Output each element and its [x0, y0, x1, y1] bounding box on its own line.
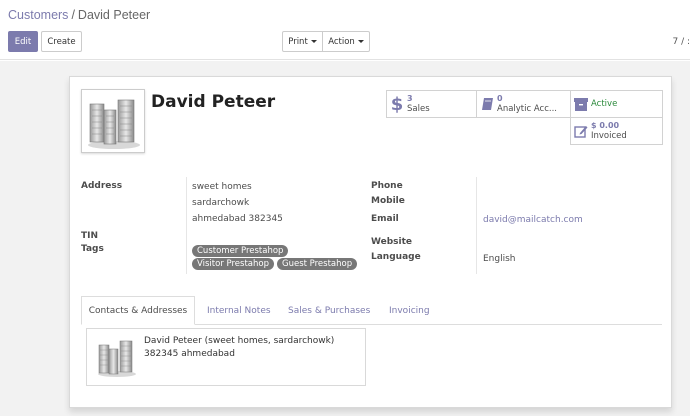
partner-avatar[interactable] [81, 89, 145, 153]
action-dropdown-button[interactable]: Action [322, 31, 370, 52]
pager-value[interactable]: 7 / : [672, 37, 690, 47]
company-buildings-icon [88, 99, 140, 149]
tin-label: TIN [81, 231, 99, 241]
tab-internal-notes-label: Internal Notes [207, 305, 271, 316]
invoiced-amount: $ 0.00 [591, 121, 620, 130]
edit-pencil-icon [571, 125, 591, 138]
caret-down-icon [310, 40, 317, 43]
edit-button-label: Edit [14, 36, 32, 47]
tags-label: Tags [81, 244, 104, 254]
print-dropdown-button[interactable]: Print [282, 31, 323, 52]
email-label: Email [371, 214, 399, 224]
tab-sales-purchases[interactable]: Sales & Purchases [288, 296, 370, 325]
active-toggle-button[interactable]: Active [570, 90, 663, 118]
breadcrumb-customers-link[interactable]: Customers [8, 8, 68, 22]
dollar-icon: $ [390, 93, 404, 115]
field-divider [186, 177, 187, 274]
tag-visitor-prestahop[interactable]: Visitor Prestahop [192, 258, 274, 270]
breadcrumb: Customers / David Peteer [8, 8, 150, 22]
form-sheet: David Peteer $ 3 Sales 0 Analytic Acc...… [69, 76, 672, 408]
breadcrumb-current: David Peteer [77, 8, 151, 22]
invoiced-smart-button[interactable]: $ 0.00 Invoiced [570, 117, 663, 145]
analytic-count: 0 [497, 94, 503, 103]
action-button-label: Action [328, 36, 355, 47]
email-link[interactable]: david@mailcatch.com [483, 215, 583, 225]
analytic-accounts-smart-button[interactable]: 0 Analytic Acc... [476, 90, 571, 118]
form-content-area: David Peteer $ 3 Sales 0 Analytic Acc...… [0, 61, 690, 416]
create-button-label: Create [47, 36, 76, 47]
address-line-3[interactable]: ahmedabad 382345 [192, 214, 283, 224]
analytic-label: Analytic Acc... [497, 104, 557, 114]
create-button[interactable]: Create [41, 31, 82, 52]
sales-label: Sales [407, 104, 430, 114]
sales-count: 3 [407, 94, 413, 103]
tags-row-2: Visitor Prestahop Guest Prestahop [192, 258, 360, 270]
phone-label: Phone [371, 181, 403, 191]
tab-sales-purchases-label: Sales & Purchases [288, 305, 371, 316]
tab-invoicing-label: Invoicing [389, 305, 430, 316]
tag-guest-prestahop[interactable]: Guest Prestahop [276, 258, 358, 270]
sales-smart-button[interactable]: $ 3 Sales [386, 90, 477, 118]
print-button-label: Print [288, 36, 308, 47]
address-line-1[interactable]: sweet homes [192, 182, 252, 192]
tab-contacts-addresses-label: Contacts & Addresses [88, 305, 188, 316]
language-value[interactable]: English [483, 254, 516, 264]
invoiced-smart-button-text: $ 0.00 Invoiced [591, 121, 627, 141]
partner-name-title: David Peteer [151, 92, 276, 112]
contact-card-title: David Peteer (sweet homes, sardarchowk) [144, 336, 335, 346]
website-label: Website [371, 237, 413, 247]
address-line-2[interactable]: sardarchowk [192, 198, 249, 208]
control-panel: Customers / David Peteer Edit Create Print… [0, 0, 690, 60]
archive-icon [571, 97, 591, 111]
sales-smart-button-text: 3 Sales [407, 94, 430, 114]
mobile-label: Mobile [371, 196, 405, 206]
edit-button[interactable]: Edit [8, 31, 38, 52]
field-divider [476, 177, 477, 274]
notebook-tabs: Contacts & Addresses Internal Notes Sale… [81, 296, 662, 325]
tab-internal-notes[interactable]: Internal Notes [207, 296, 271, 325]
tab-invoicing[interactable]: Invoicing [389, 296, 430, 325]
invoiced-label: Invoiced [591, 131, 627, 141]
tags-row-1: Customer Prestahop [192, 245, 291, 257]
caret-down-icon [357, 40, 364, 43]
breadcrumb-separator: / [71, 8, 75, 22]
tag-customer-prestahop[interactable]: Customer Prestahop [192, 245, 289, 257]
language-label: Language [371, 252, 421, 262]
analytic-smart-button-text: 0 Analytic Acc... [497, 94, 557, 114]
contact-card-subtitle: 382345 ahmedabad [144, 349, 235, 359]
book-icon [477, 97, 497, 111]
tab-contacts-addresses[interactable]: Contacts & Addresses [81, 296, 195, 325]
address-label: Address [81, 181, 123, 191]
active-label: Active [591, 99, 618, 109]
contact-card[interactable]: David Peteer (sweet homes, sardarchowk) … [86, 328, 366, 386]
contact-buildings-icon [98, 340, 136, 377]
